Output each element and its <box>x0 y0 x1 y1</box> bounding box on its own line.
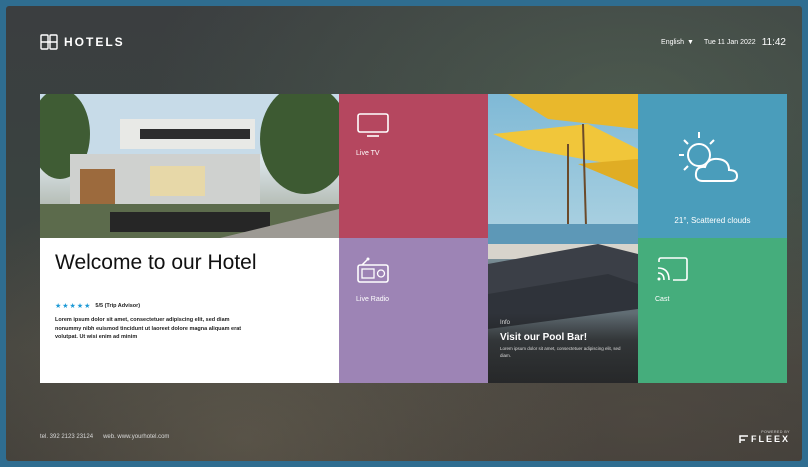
time-display: 11:42 <box>761 37 786 48</box>
brand-name-text: FLEEX <box>750 434 790 444</box>
rating-text: 5/5 (Trip Advisor) <box>95 303 141 309</box>
pool-info-tag: Info <box>500 320 511 326</box>
logo-text: HOTELS <box>64 35 125 49</box>
chevron-down-icon[interactable]: ▼ <box>687 39 694 46</box>
brand-name: FLEEX <box>739 434 790 444</box>
hotel-building-image <box>40 94 339 238</box>
pool-title: Visit our Pool Bar! <box>500 332 588 343</box>
website-link: web. www.yourhotel.com <box>103 434 170 440</box>
cast-icon <box>657 257 688 281</box>
rating: ★★★★★ 5/5 (Trip Advisor) <box>55 302 140 310</box>
tile-live-tv[interactable]: Live TV <box>339 94 488 238</box>
hotel-logo-icon <box>40 34 58 50</box>
date-display: Tue 11 Jan 2022 <box>703 39 756 46</box>
hotel-photo <box>40 94 339 238</box>
status-bar: English ▼ Tue 11 Jan 2022 11:42 <box>661 37 786 48</box>
weather-label: 21°, Scattered clouds <box>674 216 751 225</box>
tv-icon <box>357 113 389 137</box>
tile-label-cast: Cast <box>655 296 670 303</box>
language-selector[interactable]: English <box>661 39 684 46</box>
contact-footer: tel. 392 2123 23124 web. www.yourhotel.c… <box>40 434 169 440</box>
fleex-logo-icon <box>739 434 748 443</box>
powered-by-text: POWERED BY <box>761 430 790 434</box>
phone-number: tel. 392 2123 23124 <box>40 434 94 440</box>
tile-weather[interactable]: 21°, Scattered clouds <box>638 94 787 238</box>
tile-label-live-tv: Live TV <box>356 150 380 157</box>
welcome-description: Lorem ipsum dolor sit amet, consectetuer… <box>55 317 242 340</box>
hotel-logo: HOTELS <box>40 34 125 50</box>
pool-description: Lorem ipsum dolor sit amet, consectetuer… <box>500 346 621 358</box>
tv-home-screen: HOTELS English ▼ Tue 11 Jan 2022 11:42 W… <box>6 6 802 461</box>
tile-pool-bar[interactable]: Info Visit our Pool Bar! Lorem ipsum dol… <box>488 94 638 383</box>
tile-live-radio[interactable]: Live Radio <box>339 238 488 383</box>
tile-cast[interactable]: Cast <box>638 238 787 383</box>
radio-icon <box>357 257 389 283</box>
powered-by-brand: POWERED BY FLEEX <box>739 430 790 444</box>
welcome-title: Welcome to our Hotel <box>55 251 257 274</box>
tile-label-live-radio: Live Radio <box>356 296 390 303</box>
tile-grid: Welcome to our Hotel ★★★★★ 5/5 (Trip Adv… <box>40 94 787 383</box>
partly-cloudy-icon <box>679 132 739 182</box>
welcome-card[interactable]: Welcome to our Hotel ★★★★★ 5/5 (Trip Adv… <box>40 238 339 383</box>
star-rating-icon: ★★★★★ <box>55 303 92 310</box>
